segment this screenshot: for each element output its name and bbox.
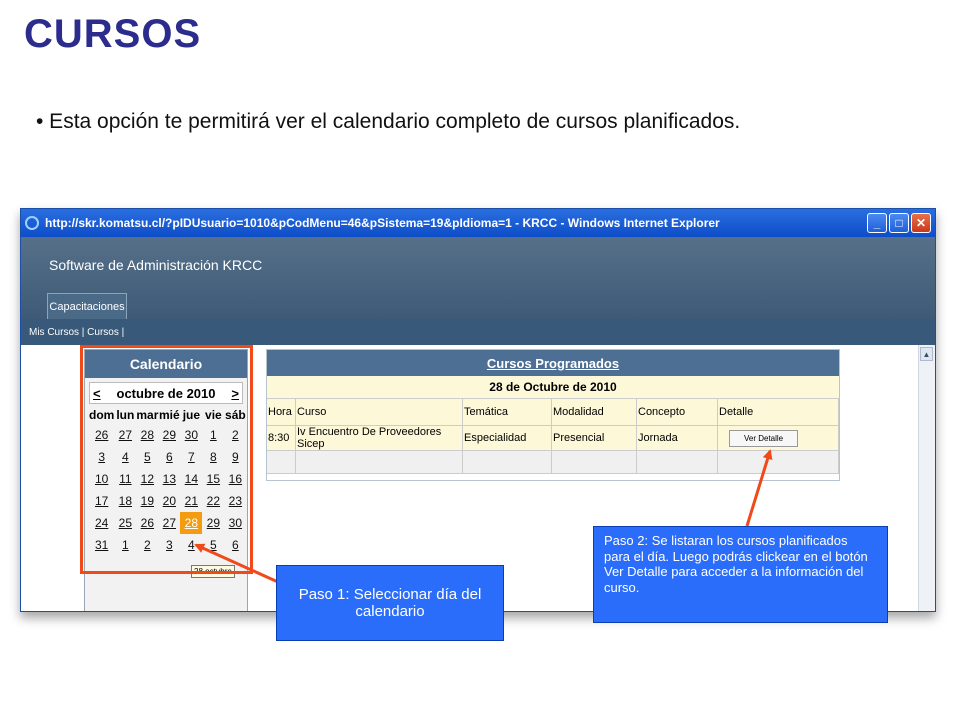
course-topic: Especialidad	[462, 425, 552, 451]
empty-cell	[462, 450, 552, 474]
vertical-scrollbar[interactable]: ▲	[918, 345, 935, 611]
empty-cell	[717, 450, 839, 474]
column-header: Curso	[295, 399, 463, 426]
slide-bullet: • Esta opción te permitirá ver el calend…	[36, 110, 741, 133]
callout-step1: Paso 1: Seleccionar día del calendario	[276, 565, 504, 641]
column-header: Temática	[462, 399, 552, 426]
column-header: Hora	[267, 399, 296, 426]
course-name: Iv Encuentro De Proveedores Sicep	[295, 425, 463, 451]
table-row: 8:30 Iv Encuentro De Proveedores Sicep E…	[267, 425, 839, 451]
scroll-up-icon[interactable]: ▲	[920, 347, 933, 361]
courses-header-row: Hora Curso Temática Modalidad Concepto D…	[267, 399, 839, 426]
empty-cell	[551, 450, 637, 474]
empty-cell	[295, 450, 463, 474]
empty-cell	[267, 450, 296, 474]
app-name: Software de Administración KRCC	[49, 257, 263, 273]
app-header: Software de Administración KRCC Capacita…	[21, 237, 935, 319]
calendar-highlight-box	[80, 345, 253, 574]
browser-titlebar: http://skr.komatsu.cl/?pIDUsuario=1010&p…	[21, 209, 935, 237]
subnav[interactable]: Mis Cursos | Cursos |	[21, 319, 935, 345]
ver-detalle-button[interactable]: Ver Detalle	[729, 429, 799, 447]
course-modality: Presencial	[551, 425, 637, 451]
close-button[interactable]: ✕	[911, 213, 931, 233]
course-concept: Jornada	[636, 425, 718, 451]
courses-date: 28 de Octubre de 2010	[267, 376, 839, 399]
slide-title: CURSOS	[24, 12, 202, 56]
course-time: 8:30	[267, 425, 296, 451]
table-row-empty	[267, 450, 839, 474]
courses-panel: Cursos Programados 28 de Octubre de 2010…	[266, 349, 840, 481]
maximize-button[interactable]: □	[889, 213, 909, 233]
minimize-button[interactable]: _	[867, 213, 887, 233]
tab-capacitaciones[interactable]: Capacitaciones	[47, 293, 127, 319]
callout-step2: Paso 2: Se listaran los cursos planifica…	[593, 526, 888, 623]
ie-icon	[25, 216, 39, 230]
column-header: Modalidad	[551, 399, 637, 426]
courses-title[interactable]: Cursos Programados	[267, 350, 839, 376]
browser-title: http://skr.komatsu.cl/?pIDUsuario=1010&p…	[45, 216, 720, 230]
column-header: Detalle	[717, 399, 839, 426]
course-detail-cell: Ver Detalle	[717, 425, 839, 451]
courses-table: Hora Curso Temática Modalidad Concepto D…	[267, 399, 839, 474]
empty-cell	[636, 450, 718, 474]
column-header: Concepto	[636, 399, 718, 426]
